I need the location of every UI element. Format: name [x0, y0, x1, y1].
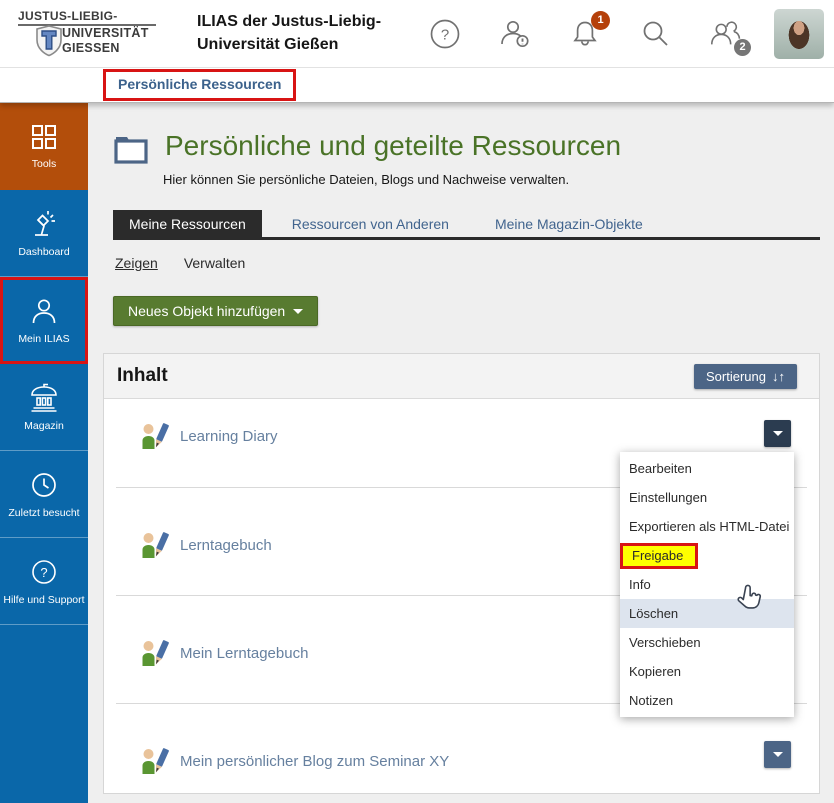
logo-line2: UNIVERSITÄT: [62, 26, 149, 42]
item-title-link[interactable]: Mein persönlicher Blog zum Seminar XY: [180, 753, 449, 770]
who-is-online-icon[interactable]: [498, 17, 532, 51]
menu-item-kopieren[interactable]: Kopieren: [620, 657, 794, 686]
sort-button-label: Sortierung: [706, 369, 766, 384]
jlu-logo[interactable]: JUSTUS-LIEBIG- UNIVERSITÄT GIESSEN: [18, 9, 163, 59]
menu-item-info[interactable]: Info: [620, 570, 794, 599]
chevron-down-icon: [773, 431, 783, 436]
menu-item-loeschen[interactable]: Löschen: [620, 599, 794, 628]
folder-icon: [113, 133, 149, 165]
main-sidebar: Tools Dashboard Mein ILIAS: [0, 103, 88, 803]
item-title-link[interactable]: Learning Diary: [180, 428, 278, 445]
panel-header: Inhalt Sortierung ↓↑: [104, 354, 819, 399]
blog-icon: [140, 638, 170, 668]
top-header: JUSTUS-LIEBIG- UNIVERSITÄT GIESSEN ILIAS…: [0, 0, 834, 68]
app-title: ILIAS der Justus-Liebig-Universität Gieß…: [197, 11, 412, 56]
svg-text:?: ?: [40, 565, 47, 580]
menu-item-einstellungen[interactable]: Einstellungen: [620, 483, 794, 512]
question-circle-icon: ?: [29, 557, 59, 587]
page-subtitle: Hier können Sie persönliche Dateien, Blo…: [163, 172, 820, 187]
contacts-icon[interactable]: 2: [708, 17, 742, 51]
blog-icon: [140, 530, 170, 560]
breadcrumb-bar: Persönliche Ressourcen: [0, 68, 834, 103]
chevron-down-icon: [773, 752, 783, 757]
item-title-link[interactable]: Mein Lerntagebuch: [180, 645, 308, 662]
sidebar-item-dashboard[interactable]: Dashboard: [0, 190, 88, 277]
item-actions-dropdown[interactable]: [764, 741, 791, 768]
sidebar-item-magazin[interactable]: Magazin: [0, 364, 88, 451]
search-icon[interactable]: [638, 17, 672, 51]
jlu-shield-icon: [34, 25, 64, 59]
page-title: Persönliche und geteilte Ressourcen: [165, 131, 621, 162]
notification-badge: 1: [591, 11, 610, 30]
item-context-menu: Bearbeiten Einstellungen Exportieren als…: [620, 452, 794, 717]
person-icon: [29, 296, 59, 326]
item-title-link[interactable]: Lerntagebuch: [180, 537, 272, 554]
chevron-down-icon: [293, 309, 303, 314]
sidebar-item-label: Dashboard: [18, 246, 69, 258]
grid-icon: [30, 123, 58, 151]
sidebar-item-tools[interactable]: Tools: [0, 103, 88, 190]
add-object-button[interactable]: Neues Objekt hinzufügen: [113, 296, 318, 326]
user-avatar[interactable]: [774, 9, 824, 59]
item-actions-dropdown-open[interactable]: [764, 420, 791, 447]
help-icon[interactable]: ?: [428, 17, 462, 51]
blog-icon: [140, 421, 170, 451]
contacts-badge: 2: [734, 39, 751, 56]
subtab-zeigen[interactable]: Zeigen: [115, 255, 158, 271]
desk-lamp-icon: [29, 209, 59, 239]
blog-icon: [140, 746, 170, 776]
menu-item-notizen[interactable]: Notizen: [620, 686, 794, 715]
tab-ressourcen-von-anderen[interactable]: Ressourcen von Anderen: [276, 210, 465, 237]
repository-building-icon: [28, 383, 60, 413]
sidebar-item-label: Tools: [32, 158, 57, 170]
svg-text:?: ?: [441, 26, 449, 43]
sidebar-item-label: Mein ILIAS: [18, 333, 69, 345]
annotation-box-breadcrumb: Persönliche Ressourcen: [103, 69, 296, 101]
menu-item-exportieren[interactable]: Exportieren als HTML-Datei: [620, 512, 794, 541]
sidebar-item-mein-ilias[interactable]: Mein ILIAS: [0, 277, 88, 364]
sidebar-item-label: Magazin: [24, 420, 64, 432]
sidebar-item-zuletzt-besucht[interactable]: Zuletzt besucht: [0, 451, 88, 538]
logo-line3: GIESSEN: [62, 41, 149, 57]
clock-icon: [29, 470, 59, 500]
tab-bar: Meine Ressourcen Ressourcen von Anderen …: [113, 210, 820, 240]
sidebar-filler: [0, 625, 88, 803]
breadcrumb-link[interactable]: Persönliche Ressourcen: [118, 76, 281, 92]
notifications-bell-icon[interactable]: 1: [568, 17, 602, 51]
sidebar-item-hilfe-support[interactable]: ? Hilfe und Support: [0, 538, 88, 625]
subtab-verwalten[interactable]: Verwalten: [184, 255, 245, 271]
menu-item-bearbeiten[interactable]: Bearbeiten: [620, 454, 794, 483]
list-item-blog-seminar-xy: Mein persönlicher Blog zum Seminar XY: [104, 704, 819, 803]
menu-item-freigabe[interactable]: Freigabe: [620, 541, 794, 570]
tab-meine-magazin-objekte[interactable]: Meine Magazin-Objekte: [479, 210, 659, 237]
annotation-highlight-freigabe: Freigabe: [620, 543, 698, 569]
panel-title: Inhalt: [117, 365, 168, 387]
subtab-bar: Zeigen Verwalten: [115, 255, 820, 271]
sidebar-item-label: Zuletzt besucht: [8, 507, 79, 519]
add-object-button-label: Neues Objekt hinzufügen: [128, 303, 285, 319]
sidebar-item-label: Hilfe und Support: [3, 594, 84, 606]
sort-button[interactable]: Sortierung ↓↑: [694, 364, 797, 389]
tab-meine-ressourcen[interactable]: Meine Ressourcen: [113, 210, 262, 237]
sort-arrows-icon: ↓↑: [772, 369, 785, 384]
menu-item-verschieben[interactable]: Verschieben: [620, 628, 794, 657]
